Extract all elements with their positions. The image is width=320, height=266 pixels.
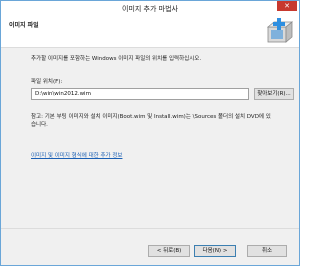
note-text: 참고: 기본 부팅 이미지와 설치 이미지(Boot.wim 및 Install… bbox=[31, 114, 271, 128]
next-button[interactable]: 다음(N) > bbox=[194, 245, 236, 257]
file-location-input[interactable]: D:\win\win2012.wim bbox=[31, 88, 249, 100]
page-title: 이미지 파일 bbox=[9, 22, 39, 29]
file-location-label: 파일 위치(F): bbox=[31, 79, 63, 85]
browse-button[interactable]: 찾아보기(R)... bbox=[254, 88, 294, 100]
wizard-header: 이미지 파일 bbox=[1, 15, 299, 48]
close-button[interactable]: ✕ bbox=[277, 1, 297, 11]
window-title: 이미지 추가 마법사 bbox=[122, 5, 178, 13]
cancel-button[interactable]: 취소 bbox=[247, 245, 287, 257]
wizard-content: 추가할 이미지를 포함하는 Windows 이미지 파일의 위치를 입력하십시오… bbox=[1, 48, 299, 228]
description-text: 추가할 이미지를 포함하는 Windows 이미지 파일의 위치를 입력하십시오… bbox=[31, 56, 202, 62]
wizard-footer: < 뒤로(B) 다음(N) > 취소 bbox=[1, 228, 299, 265]
back-button[interactable]: < 뒤로(B) bbox=[148, 245, 190, 257]
title-bar: 이미지 추가 마법사 ✕ bbox=[1, 1, 299, 15]
wizard-window: 이미지 추가 마법사 ✕ 이미지 파일 추가할 이미지를 포함하는 Window… bbox=[0, 0, 300, 266]
more-info-link[interactable]: 이미지 및 이미지 형식에 대한 추가 정보 bbox=[31, 151, 122, 159]
wizard-image-icon bbox=[266, 18, 293, 43]
